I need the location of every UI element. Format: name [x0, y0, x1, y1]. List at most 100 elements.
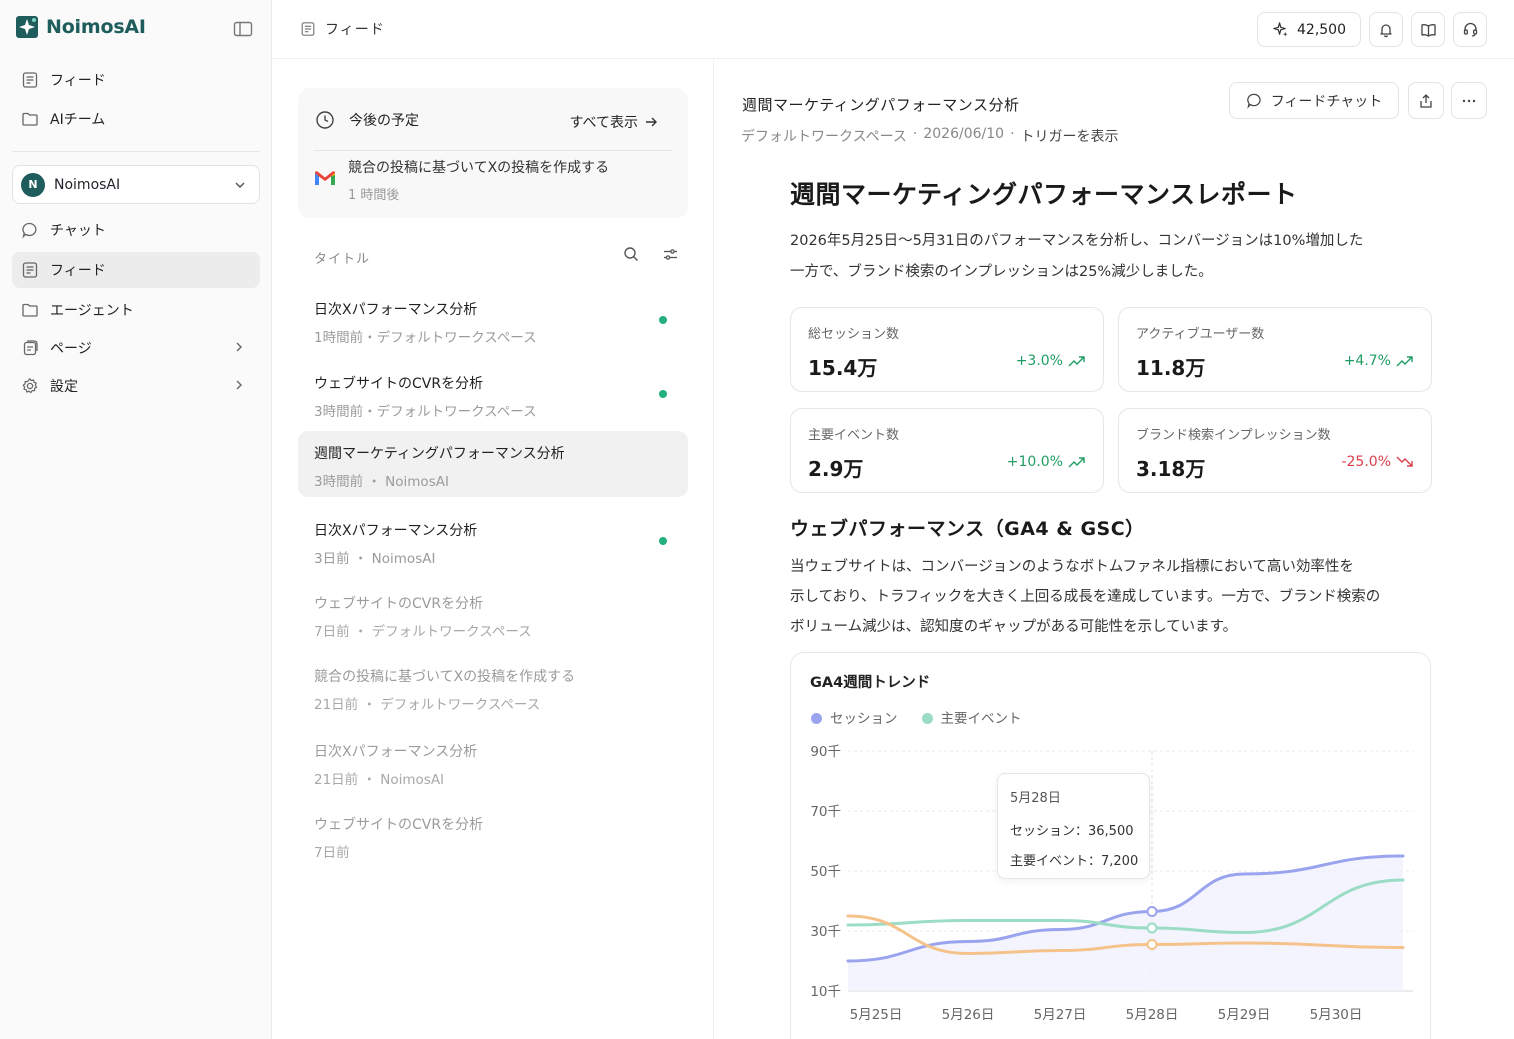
feed-list-item[interactable]: 日次Xパフォーマンス分析 1時間前・デフォルトワークスペース: [298, 287, 688, 353]
credits-value: 42,500: [1297, 21, 1346, 38]
search-icon[interactable]: [623, 246, 640, 263]
kpi-card-sessions: 総セッション数 15.4万 +3.0%: [790, 307, 1104, 392]
brand-name: NoimosAI: [46, 16, 146, 38]
view-all-link[interactable]: すべて表示: [570, 112, 658, 132]
show-trigger-link[interactable]: トリガーを表示: [1021, 126, 1119, 146]
kpi-delta-value: +4.7%: [1343, 353, 1391, 369]
noimos-logo-icon: [16, 16, 38, 38]
sidebar-item-feed[interactable]: フィード: [12, 252, 260, 288]
sidebar-item-feed-top[interactable]: フィード: [12, 62, 260, 98]
gmail-icon: [315, 171, 335, 185]
kpi-delta: +3.0%: [1016, 353, 1086, 369]
tooltip-date: 5月28日: [1010, 791, 1061, 806]
workspace-name: NoimosAI: [54, 176, 121, 193]
sidebar-item-chat[interactable]: チャット: [12, 212, 260, 248]
more-horizontal-icon: [1462, 99, 1476, 102]
chevron-right-icon: [236, 380, 242, 390]
feed-chat-button[interactable]: フィードチャット: [1229, 82, 1399, 119]
chat-icon: [1246, 93, 1261, 109]
section-paragraph: 当ウェブサイトは、コンバージョンのようなボトムファネル指標において高い効率性を …: [790, 552, 1440, 642]
trend-up-icon: [1068, 457, 1085, 468]
book-icon: [1420, 23, 1436, 37]
kpi-delta-value: +10.0%: [1006, 454, 1063, 470]
section-line: 当ウェブサイトは、コンバージョンのようなボトムファネル指標において高い効率性を: [790, 559, 1354, 575]
kpi-label: 総セッション数: [808, 327, 900, 342]
x-tick-label: 5月30日: [1310, 1007, 1363, 1023]
kpi-card-brand-impressions: ブランド検索インプレッション数 3.18万 -25.0%: [1118, 408, 1432, 493]
filter-icon[interactable]: [662, 246, 679, 263]
feed-item-title: ウェブサイトのCVRを分析: [314, 596, 484, 612]
workspace-selector[interactable]: N NoimosAI: [12, 165, 260, 204]
kpi-delta-value: +3.0%: [1015, 353, 1063, 369]
notifications-button[interactable]: [1369, 12, 1403, 47]
sidebar-divider: [12, 151, 260, 152]
share-icon: [1420, 93, 1432, 108]
sidebar-item-settings[interactable]: 設定: [12, 368, 260, 404]
section-line: 示しており、トラフィックを大きく上回る成長を達成しています。一方で、ブランド検索…: [790, 589, 1381, 605]
feed-list-item[interactable]: 日次Xパフォーマンス分析 21日前 ・ NoimosAI: [298, 729, 688, 795]
unread-dot: [659, 537, 667, 545]
feed-item-title: ウェブサイトのCVRを分析: [314, 376, 484, 392]
docs-button[interactable]: [1411, 12, 1445, 47]
chevron-right-icon: [236, 342, 242, 352]
x-tick-label: 5月25日: [850, 1007, 903, 1023]
feed-list-item-selected[interactable]: 週間マーケティングパフォーマンス分析 3時間前 ・ NoimosAI: [298, 431, 688, 497]
sidebar-item-label: フィード: [50, 73, 106, 89]
feed-panel: 今後の予定 すべて表示 競合の投稿に基づいてXの投稿を作成する 1 時間後 タイ…: [273, 60, 714, 1039]
feed-item-title: 日次Xパフォーマンス分析: [314, 744, 478, 760]
upcoming-card: 今後の予定 すべて表示 競合の投稿に基づいてXの投稿を作成する 1 時間後: [298, 88, 688, 218]
y-tick-label: 70千: [810, 804, 841, 820]
feed-item-meta: 3時間前 ・ NoimosAI: [314, 474, 449, 490]
feed-list-item[interactable]: ウェブサイトのCVRを分析 7日前: [298, 802, 688, 868]
kpi-card-key-events: 主要イベント数 2.9万 +10.0%: [790, 408, 1104, 493]
report-meta: デフォルトワークスペース · 2026/06/10 · トリガーを表示: [741, 126, 1119, 146]
support-button[interactable]: [1453, 12, 1487, 47]
kpi-value: 11.8万: [1136, 356, 1206, 380]
breadcrumb: フィード: [300, 19, 385, 39]
feed-item-meta: 3時間前・デフォルトワークスペース: [314, 404, 537, 420]
feed-list-item[interactable]: ウェブサイトのCVRを分析 3時間前・デフォルトワークスペース: [298, 361, 688, 427]
kpi-label: ブランド検索インプレッション数: [1136, 428, 1331, 443]
sparkle-icon: [1273, 22, 1288, 37]
feed-list-item[interactable]: 競合の投稿に基づいてXの投稿を作成する 21日前 ・ デフォルトワークスペース: [298, 654, 688, 720]
trend-up-icon: [1068, 356, 1085, 367]
feed-icon: [20, 70, 40, 90]
kpi-delta: +4.7%: [1344, 353, 1414, 369]
breadcrumb-label: フィード: [325, 22, 385, 38]
upcoming-item-time: 1 時間後: [348, 188, 400, 203]
upcoming-item[interactable]: 競合の投稿に基づいてXの投稿を作成する 1 時間後: [314, 158, 609, 203]
unread-dot: [659, 390, 667, 398]
sidebar-top-nav: フィード AIチーム: [12, 62, 260, 137]
feed-item-title: 競合の投稿に基づいてXの投稿を作成する: [314, 669, 576, 685]
more-options-button[interactable]: [1451, 82, 1487, 119]
brand-logo[interactable]: NoimosAI: [16, 14, 146, 40]
share-button[interactable]: [1408, 82, 1444, 119]
feed-icon: [301, 22, 315, 36]
report-date: 2026/06/10: [923, 126, 1005, 142]
feed-list-item[interactable]: ウェブサイトのCVRを分析 7日前 ・ デフォルトワークスペース: [298, 581, 688, 647]
app: NoimosAI フィード AIチーム N NoimosAI チャット フィード…: [0, 0, 1514, 1039]
report-intro-line: 一方で、ブランド検索のインプレッションは25%減少しました。: [790, 264, 1213, 280]
sidebar-item-pages[interactable]: ページ: [12, 330, 260, 366]
upcoming-title: 今後の予定: [349, 113, 419, 129]
sidebar-main-nav: チャット フィード エージェント ページ 設定: [12, 212, 260, 404]
sidebar-item-ai-team[interactable]: AIチーム: [12, 101, 260, 137]
trend-up-icon: [1396, 356, 1413, 367]
y-tick-label: 50千: [810, 864, 841, 880]
credits-button[interactable]: 42,500: [1257, 12, 1361, 47]
section-title: ウェブパフォーマンス（GA4 & GSC）: [790, 518, 1145, 540]
report-workspace: デフォルトワークスペース: [741, 129, 907, 145]
kpi-label: アクティブユーザー数: [1136, 327, 1265, 342]
kpi-value: 2.9万: [808, 457, 864, 481]
y-tick-label: 10千: [810, 984, 841, 1000]
feed-item-title: 日次Xパフォーマンス分析: [314, 302, 478, 318]
hover-point: [1146, 922, 1158, 934]
pages-icon: [20, 338, 40, 358]
x-tick-label: 5月26日: [942, 1007, 995, 1023]
chart-card: GA4週間トレンド セッション 主要イベント 90千 70千 50千 30千 10千 5月…: [790, 652, 1431, 1039]
feed-list-item[interactable]: 日次Xパフォーマンス分析 3日前 ・ NoimosAI: [298, 508, 688, 574]
sidebar-toggle-icon[interactable]: [232, 19, 254, 39]
hover-point: [1146, 939, 1158, 950]
sidebar-item-agents[interactable]: エージェント: [12, 292, 260, 328]
sidebar-item-label: AIチーム: [50, 112, 106, 128]
